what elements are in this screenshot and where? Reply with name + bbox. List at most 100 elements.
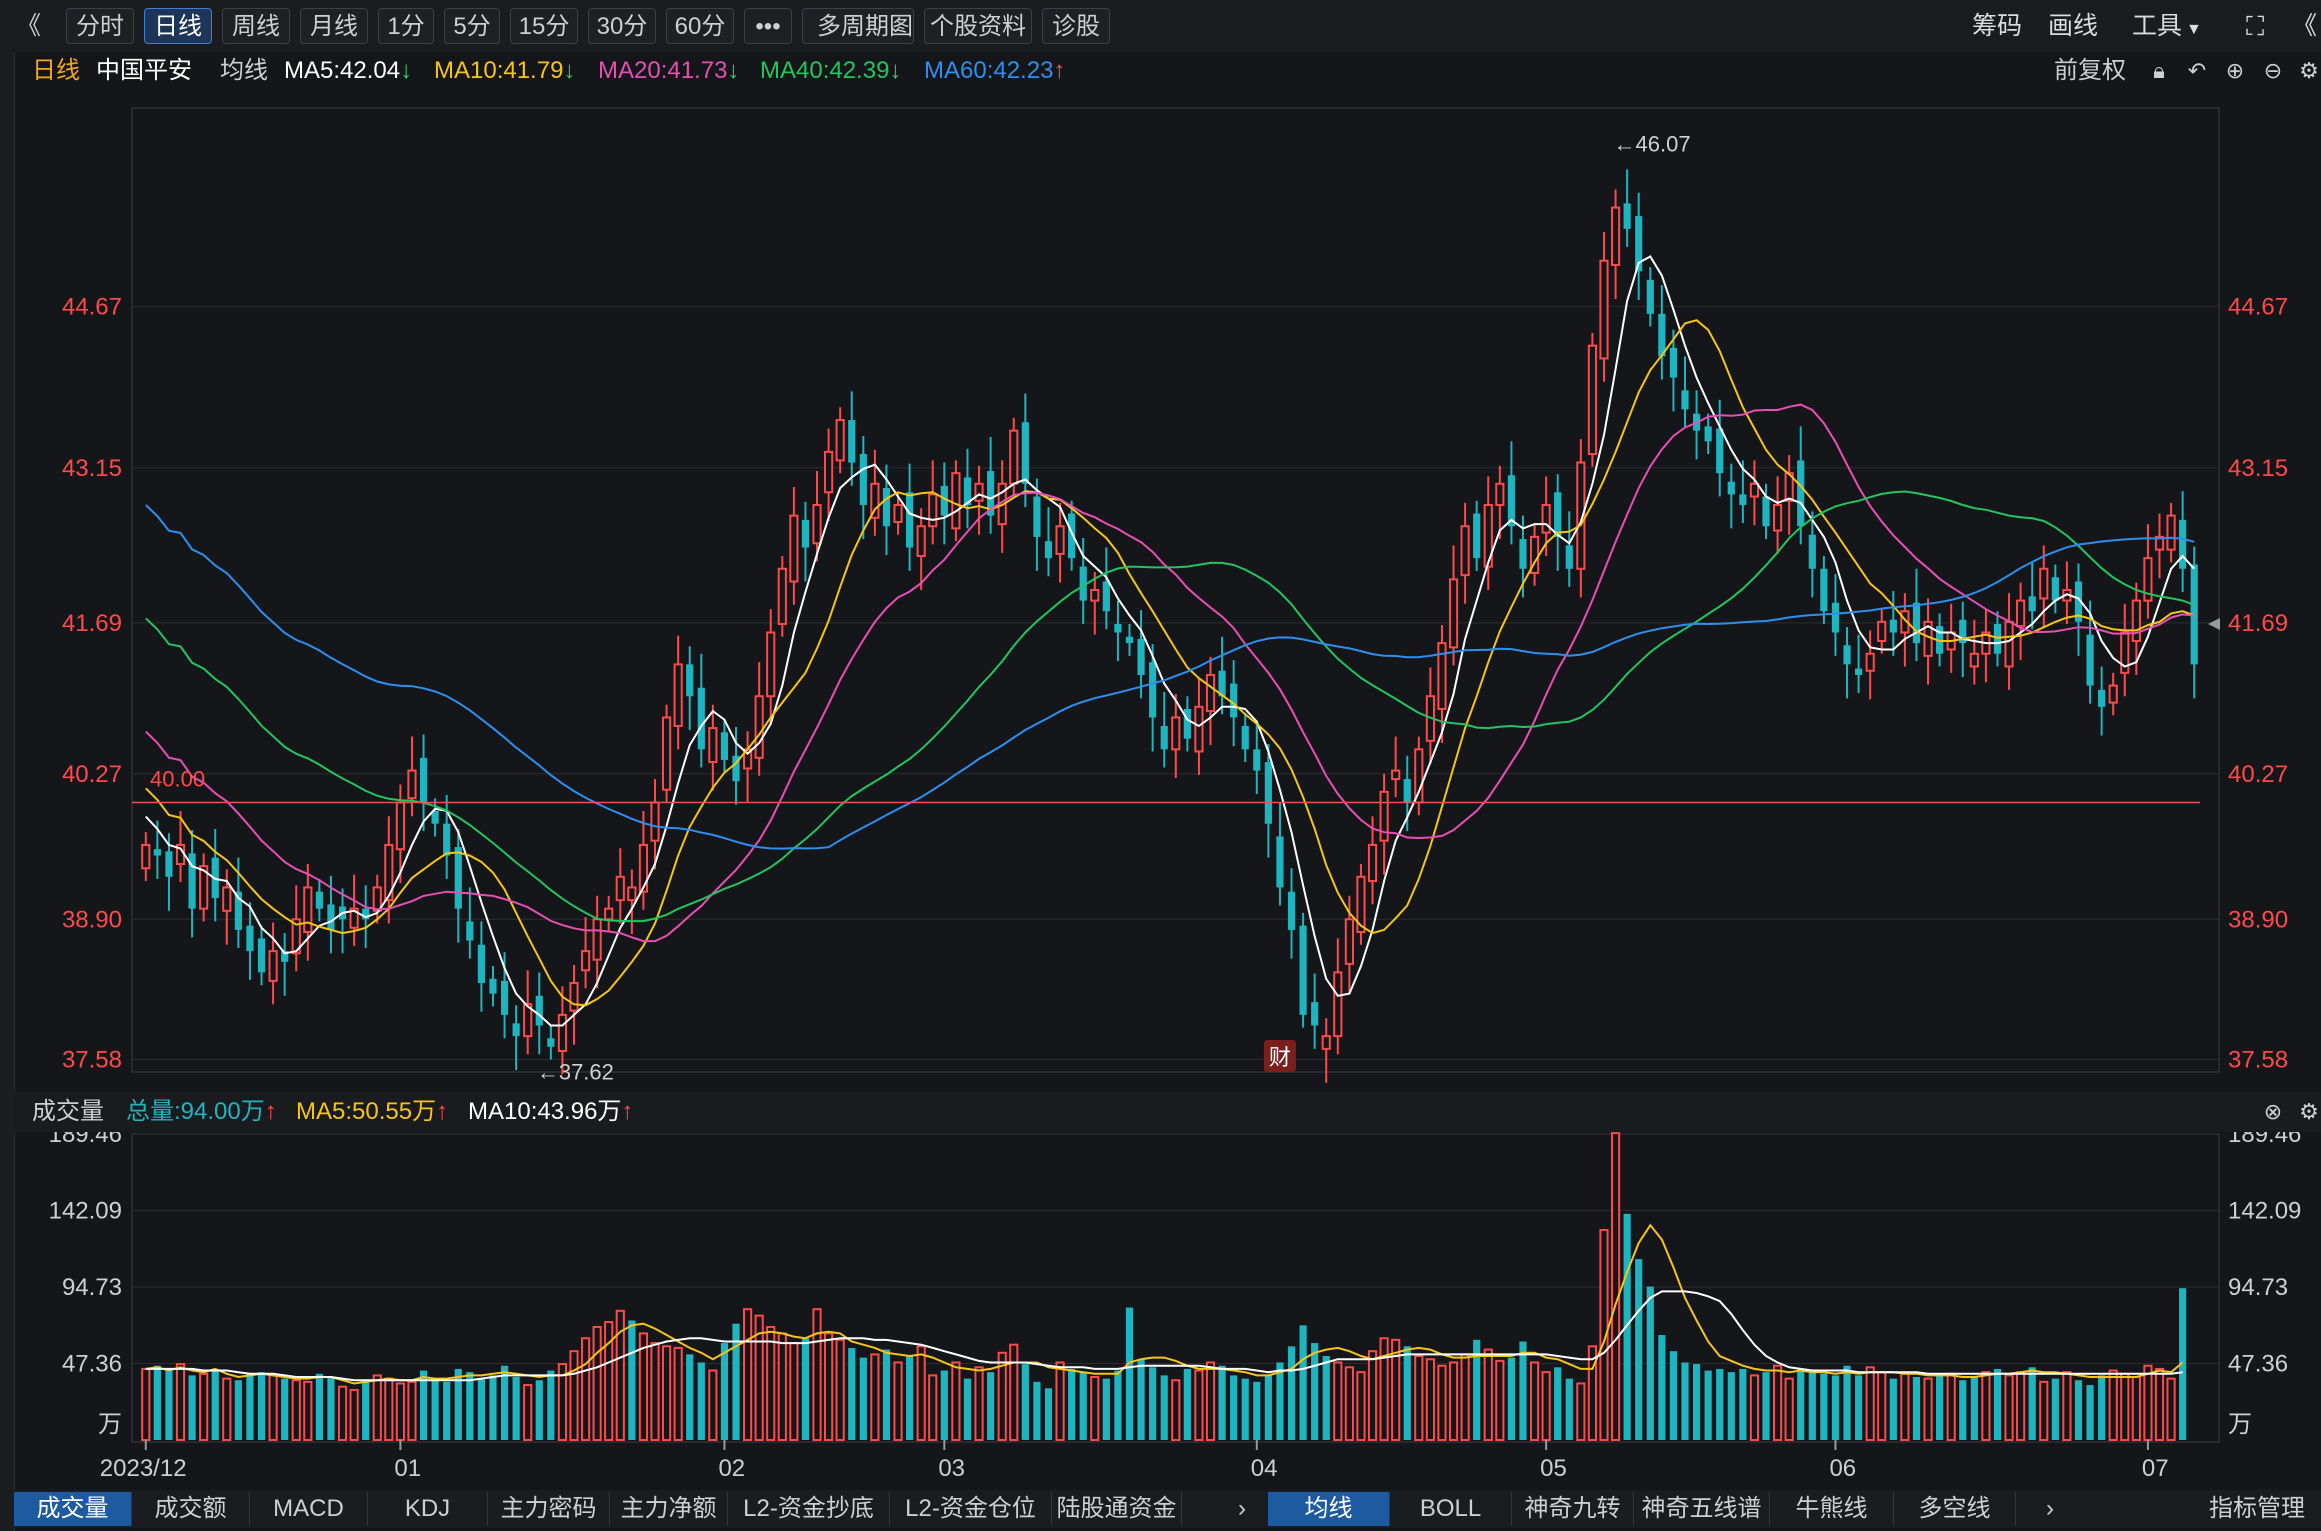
candle[interactable] — [2120, 603, 2130, 697]
candle[interactable] — [407, 736, 417, 817]
candle[interactable] — [477, 921, 485, 1012]
volume-bar[interactable] — [1194, 1369, 1204, 1441]
candle[interactable] — [742, 731, 753, 803]
candle[interactable] — [1877, 609, 1887, 654]
volume-bar[interactable] — [1565, 1378, 1573, 1440]
volume-bar[interactable] — [742, 1308, 753, 1441]
volume-bar[interactable] — [211, 1368, 219, 1440]
candle[interactable] — [1946, 603, 1956, 673]
candle[interactable] — [141, 832, 151, 882]
volume-bar[interactable] — [1205, 1361, 1216, 1441]
volume-bar[interactable] — [1403, 1346, 1411, 1440]
volume-bar[interactable] — [2051, 1378, 2059, 1440]
candle[interactable] — [1356, 864, 1366, 945]
candle[interactable] — [1287, 868, 1296, 959]
volume-bar[interactable] — [1068, 1368, 1076, 1440]
candle[interactable] — [1749, 460, 1760, 526]
candle[interactable] — [1843, 627, 1851, 699]
volume-bar[interactable] — [315, 1373, 323, 1440]
candle[interactable] — [257, 925, 266, 986]
volume-bar[interactable] — [1425, 1358, 1435, 1441]
volume-bar[interactable] — [673, 1346, 683, 1441]
volume-bar[interactable] — [824, 1332, 834, 1442]
candle[interactable] — [2108, 672, 2118, 716]
volume-bar[interactable] — [1946, 1372, 1956, 1442]
volume-bar[interactable] — [777, 1332, 787, 1442]
candle[interactable] — [1923, 598, 1933, 685]
indicator-manage-button[interactable]: 指标管理 — [2194, 1492, 2320, 1526]
volume-bar[interactable] — [291, 1379, 301, 1442]
volume-bar[interactable] — [141, 1367, 151, 1441]
volume-bar[interactable] — [1831, 1375, 1840, 1440]
volume-bar[interactable] — [1716, 1368, 1724, 1440]
candle[interactable] — [2051, 564, 2059, 614]
volume-bar[interactable] — [1772, 1364, 1783, 1441]
volume-bar[interactable] — [1912, 1377, 1921, 1440]
candle[interactable] — [523, 970, 533, 1055]
volume-bar[interactable] — [1322, 1356, 1330, 1440]
volume-bar[interactable] — [1149, 1367, 1157, 1440]
volume-bar[interactable] — [812, 1308, 822, 1441]
volume-bar[interactable] — [569, 1350, 579, 1441]
candle[interactable] — [1448, 545, 1459, 666]
volume-bar[interactable] — [1981, 1371, 1991, 1442]
volume-bar[interactable] — [153, 1365, 161, 1440]
candle[interactable] — [906, 463, 914, 571]
volume-bar[interactable] — [1448, 1361, 1459, 1441]
candle[interactable] — [580, 917, 591, 989]
candle[interactable] — [199, 853, 209, 922]
candle[interactable] — [443, 795, 451, 879]
volume-bar[interactable] — [337, 1385, 348, 1442]
candle[interactable] — [1414, 736, 1424, 816]
candle[interactable] — [615, 848, 625, 924]
candle[interactable] — [928, 460, 938, 545]
indicator-tab-1[interactable]: 成交额 — [132, 1492, 250, 1526]
volume-bar[interactable] — [1739, 1368, 1747, 1440]
volume-bar[interactable] — [1299, 1325, 1307, 1440]
volume-bar[interactable] — [1183, 1368, 1191, 1440]
candle[interactable] — [1865, 630, 1875, 700]
volume-bar[interactable] — [974, 1366, 984, 1441]
indicator-tab-2[interactable]: MACD — [250, 1492, 368, 1526]
overlay-tab-2[interactable]: 神奇九转 — [1512, 1492, 1634, 1526]
candle[interactable] — [1772, 476, 1783, 554]
volume-bar[interactable] — [987, 1372, 995, 1440]
volume-bar[interactable] — [1541, 1371, 1551, 1442]
overlay-tab-1[interactable]: BOLL — [1390, 1492, 1512, 1526]
volume-settings-gear-icon[interactable]: ⚙ — [2296, 1099, 2321, 1125]
volume-bar[interactable] — [1379, 1337, 1389, 1442]
volume-bar[interactable] — [1137, 1359, 1145, 1440]
candle[interactable] — [1102, 547, 1110, 630]
volume-bar[interactable] — [1692, 1364, 1701, 1440]
volume-bar[interactable] — [349, 1388, 359, 1442]
volume-bar[interactable] — [650, 1342, 660, 1442]
volume-bar[interactable] — [1125, 1307, 1134, 1440]
candle[interactable] — [2190, 546, 2198, 699]
candle[interactable] — [1507, 441, 1515, 545]
volume-bar[interactable] — [580, 1337, 591, 1442]
candle[interactable] — [916, 508, 926, 590]
candle[interactable] — [1125, 623, 1134, 656]
volume-bar[interactable] — [1936, 1375, 1944, 1440]
candle[interactable] — [1114, 600, 1122, 662]
volume-bar[interactable] — [222, 1377, 232, 1442]
volume-bar[interactable] — [1264, 1375, 1272, 1440]
candle[interactable] — [1969, 619, 1979, 685]
candle[interactable] — [2086, 600, 2094, 704]
volume-bar[interactable] — [466, 1372, 474, 1440]
volume-bar[interactable] — [1669, 1351, 1678, 1440]
candle[interactable] — [1599, 232, 1609, 382]
candle[interactable] — [1460, 502, 1470, 604]
overlay-tab-4[interactable]: 牛熊线 — [1770, 1492, 1894, 1526]
candle[interactable] — [1183, 696, 1191, 752]
volume-bar[interactable] — [1414, 1355, 1424, 1441]
volume-bar[interactable] — [1923, 1377, 1933, 1442]
candle[interactable] — [638, 810, 649, 910]
candle[interactable] — [848, 391, 856, 486]
candle[interactable] — [547, 1025, 555, 1060]
candle[interactable] — [246, 902, 254, 980]
volume-bar[interactable] — [870, 1353, 880, 1441]
volume-bar[interactable] — [1102, 1378, 1110, 1440]
volume-bar[interactable] — [2028, 1367, 2036, 1440]
candle[interactable] — [2062, 561, 2072, 624]
